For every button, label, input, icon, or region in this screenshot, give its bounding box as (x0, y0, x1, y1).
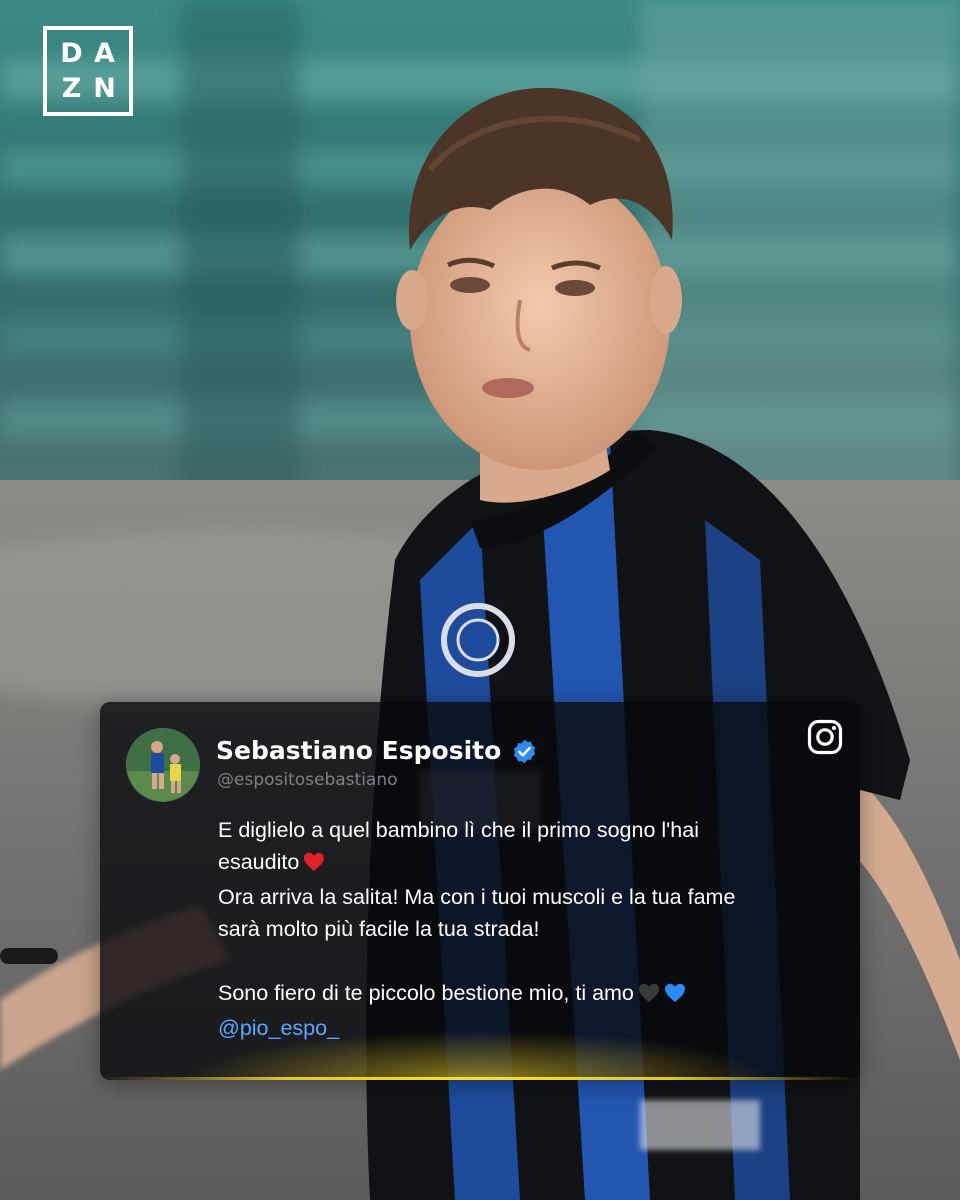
author-name[interactable]: Sebastiano Esposito (216, 736, 501, 766)
post-line: Ora arriva la salita! Ma con i tuoi musc… (218, 885, 736, 909)
dazn-logo: D A Z N (43, 26, 133, 116)
post-text: E diglielo a quel bambino lì che il prim… (218, 814, 838, 1044)
instagram-icon[interactable] (807, 719, 843, 755)
logo-letter: Z (61, 73, 82, 104)
post-line-with-emoji: Sono fiero di te piccolo bestione mio, t… (218, 977, 838, 1012)
black-heart-emoji-icon (638, 980, 660, 1012)
author-handle[interactable]: @espositosebastiano (217, 769, 398, 791)
verified-badge-icon (511, 738, 538, 765)
post-line-with-emoji: esaudito (218, 846, 838, 881)
post-line: Sono fiero di te piccolo bestione mio, t… (218, 981, 634, 1005)
post-line: esaudito (218, 850, 300, 874)
author-name-row: Sebastiano Esposito (216, 736, 538, 766)
post-line: E diglielo a quel bambino lì che il prim… (218, 818, 699, 842)
logo-letter: N (93, 73, 116, 104)
logo-letter: D (60, 38, 83, 69)
card-glow-line (100, 1077, 860, 1080)
mention-link[interactable]: @pio_espo_ (218, 1016, 339, 1040)
logo-letter: A (94, 38, 115, 69)
social-post-card: Sebastiano Esposito @espositosebastiano … (100, 702, 860, 1080)
post-line: sarà molto più facile la tua strada! (218, 917, 540, 941)
blue-heart-emoji-icon (664, 980, 686, 1012)
red-heart-emoji-icon (303, 849, 325, 881)
avatar[interactable] (126, 728, 200, 802)
